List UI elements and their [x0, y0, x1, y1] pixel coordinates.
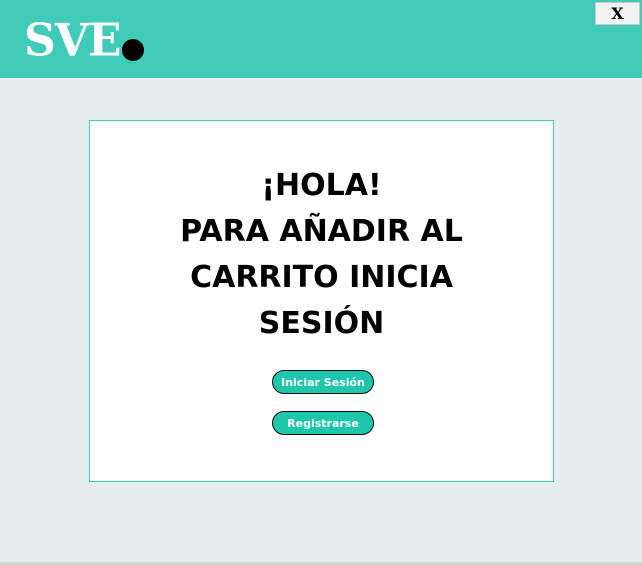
- register-button[interactable]: Registrarse: [272, 411, 374, 435]
- message-line: ¡HOLA!: [261, 168, 382, 203]
- login-prompt-message: ¡HOLA! PARA AÑADIR AL CARRITO INICIA SES…: [90, 163, 553, 347]
- logo-dot-icon: [122, 39, 145, 61]
- message-line: PARA AÑADIR AL: [180, 214, 463, 249]
- login-prompt-card: ¡HOLA! PARA AÑADIR AL CARRITO INICIA SES…: [89, 120, 554, 482]
- login-button[interactable]: Iniciar Sesión: [272, 370, 374, 394]
- header-bar: SVE X: [0, 0, 642, 78]
- app-window: SVE X ¡HOLA! PARA AÑADIR AL CARRITO INIC…: [0, 0, 642, 565]
- message-line: CARRITO INICIA: [190, 260, 453, 295]
- message-line: SESIÓN: [258, 306, 385, 341]
- close-button[interactable]: X: [595, 2, 640, 25]
- logo: SVE: [24, 14, 145, 67]
- logo-text: SVE: [24, 14, 121, 67]
